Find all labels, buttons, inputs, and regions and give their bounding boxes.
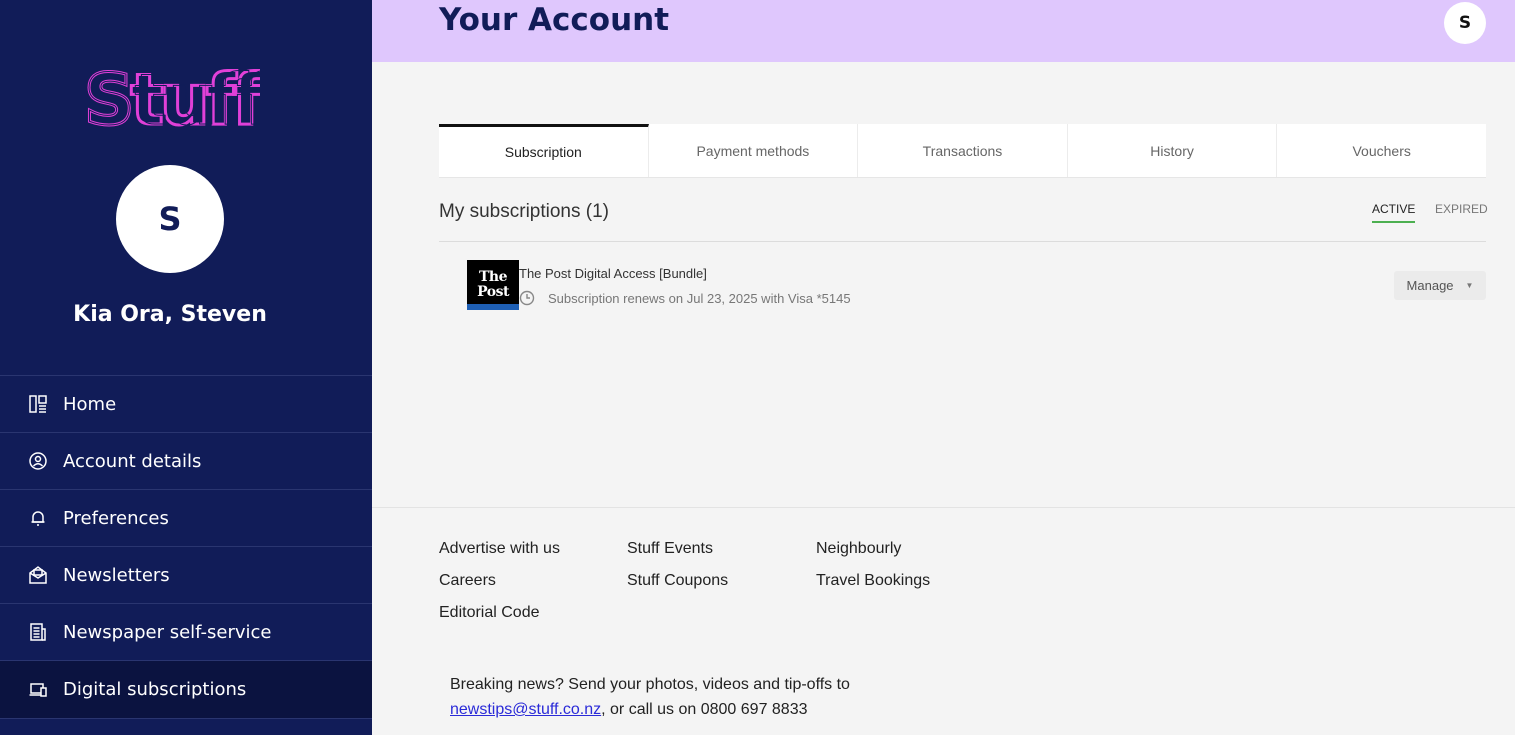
caret-down-icon: ▼ bbox=[1465, 281, 1474, 290]
sidebar-item-label: Account details bbox=[63, 450, 202, 472]
account-tabs: Subscription Payment methods Transaction… bbox=[439, 124, 1486, 178]
sidebar: Stuff Stuff S Kia Ora, Steven Home Accou… bbox=[0, 0, 372, 735]
sidebar-item-newspaper-self-service[interactable]: Newspaper self-service bbox=[0, 603, 372, 660]
user-circle-icon bbox=[28, 451, 48, 471]
sidebar-item-label: Preferences bbox=[63, 507, 169, 529]
divider bbox=[439, 241, 1486, 242]
home-layout-icon bbox=[28, 394, 48, 414]
sidebar-item-label: Newspaper self-service bbox=[63, 621, 272, 643]
bell-icon bbox=[28, 508, 48, 528]
tab-subscription[interactable]: Subscription bbox=[439, 124, 649, 177]
sidebar-item-label: Digital subscriptions bbox=[63, 679, 247, 700]
devices-icon bbox=[28, 680, 48, 700]
page-title: Your Account bbox=[439, 2, 670, 38]
stuff-logo[interactable]: Stuff Stuff bbox=[84, 64, 260, 132]
tab-payment-methods[interactable]: Payment methods bbox=[649, 124, 859, 177]
greeting: Kia Ora, Steven bbox=[73, 302, 267, 327]
subscriptions-heading: My subscriptions (1) bbox=[439, 201, 609, 222]
sidebar-item-newsletters[interactable]: Newsletters bbox=[0, 546, 372, 603]
footer-link-stuff-coupons[interactable]: Stuff Coupons bbox=[627, 572, 728, 590]
clock-icon bbox=[519, 290, 535, 306]
filter-expired[interactable]: EXPIRED bbox=[1435, 202, 1488, 221]
footer-link-stuff-events[interactable]: Stuff Events bbox=[627, 540, 713, 558]
page-header: Your Account S bbox=[372, 0, 1515, 62]
the-post-logo: The Post bbox=[467, 260, 519, 310]
footer-link-neighbourly[interactable]: Neighbourly bbox=[816, 540, 901, 558]
user-avatar: S bbox=[116, 165, 224, 273]
breaking-news-text: Breaking news? Send your photos, videos … bbox=[450, 672, 850, 722]
manage-label: Manage bbox=[1406, 278, 1454, 293]
footer-link-advertise[interactable]: Advertise with us bbox=[439, 540, 560, 558]
footer-link-editorial-code[interactable]: Editorial Code bbox=[439, 604, 540, 622]
filter-active[interactable]: ACTIVE bbox=[1372, 202, 1416, 223]
tab-history[interactable]: History bbox=[1068, 124, 1278, 177]
newspaper-icon bbox=[28, 622, 48, 642]
mail-open-icon bbox=[28, 565, 48, 585]
tab-transactions[interactable]: Transactions bbox=[858, 124, 1068, 177]
sidebar-item-home[interactable]: Home bbox=[0, 375, 372, 432]
footer-divider bbox=[372, 507, 1515, 508]
sidebar-item-label: Home bbox=[63, 393, 117, 415]
breaking-news-suffix: , or call us on 0800 697 8833 bbox=[601, 701, 808, 718]
footer-link-travel-bookings[interactable]: Travel Bookings bbox=[816, 572, 930, 590]
manage-dropdown-button[interactable]: Manage ▼ bbox=[1394, 271, 1486, 300]
sidebar-item-label: Newsletters bbox=[63, 564, 170, 586]
sidebar-item-preferences[interactable]: Preferences bbox=[0, 489, 372, 546]
sidebar-item-account-details[interactable]: Account details bbox=[0, 432, 372, 489]
newstips-email-link[interactable]: newstips@stuff.co.nz bbox=[450, 701, 601, 718]
svg-text:Stuff: Stuff bbox=[84, 64, 260, 132]
subscription-name: The Post Digital Access [Bundle] bbox=[519, 266, 707, 281]
footer-link-careers[interactable]: Careers bbox=[439, 572, 496, 590]
sidebar-nav: Home Account details Preferences Newslet… bbox=[0, 375, 372, 719]
subscription-renewal-detail: Subscription renews on Jul 23, 2025 with… bbox=[548, 291, 851, 306]
breaking-news-prefix: Breaking news? Send your photos, videos … bbox=[450, 676, 850, 693]
header-avatar[interactable]: S bbox=[1444, 2, 1486, 44]
sidebar-item-digital-subscriptions[interactable]: Digital subscriptions bbox=[0, 660, 372, 719]
tab-vouchers[interactable]: Vouchers bbox=[1277, 124, 1486, 177]
